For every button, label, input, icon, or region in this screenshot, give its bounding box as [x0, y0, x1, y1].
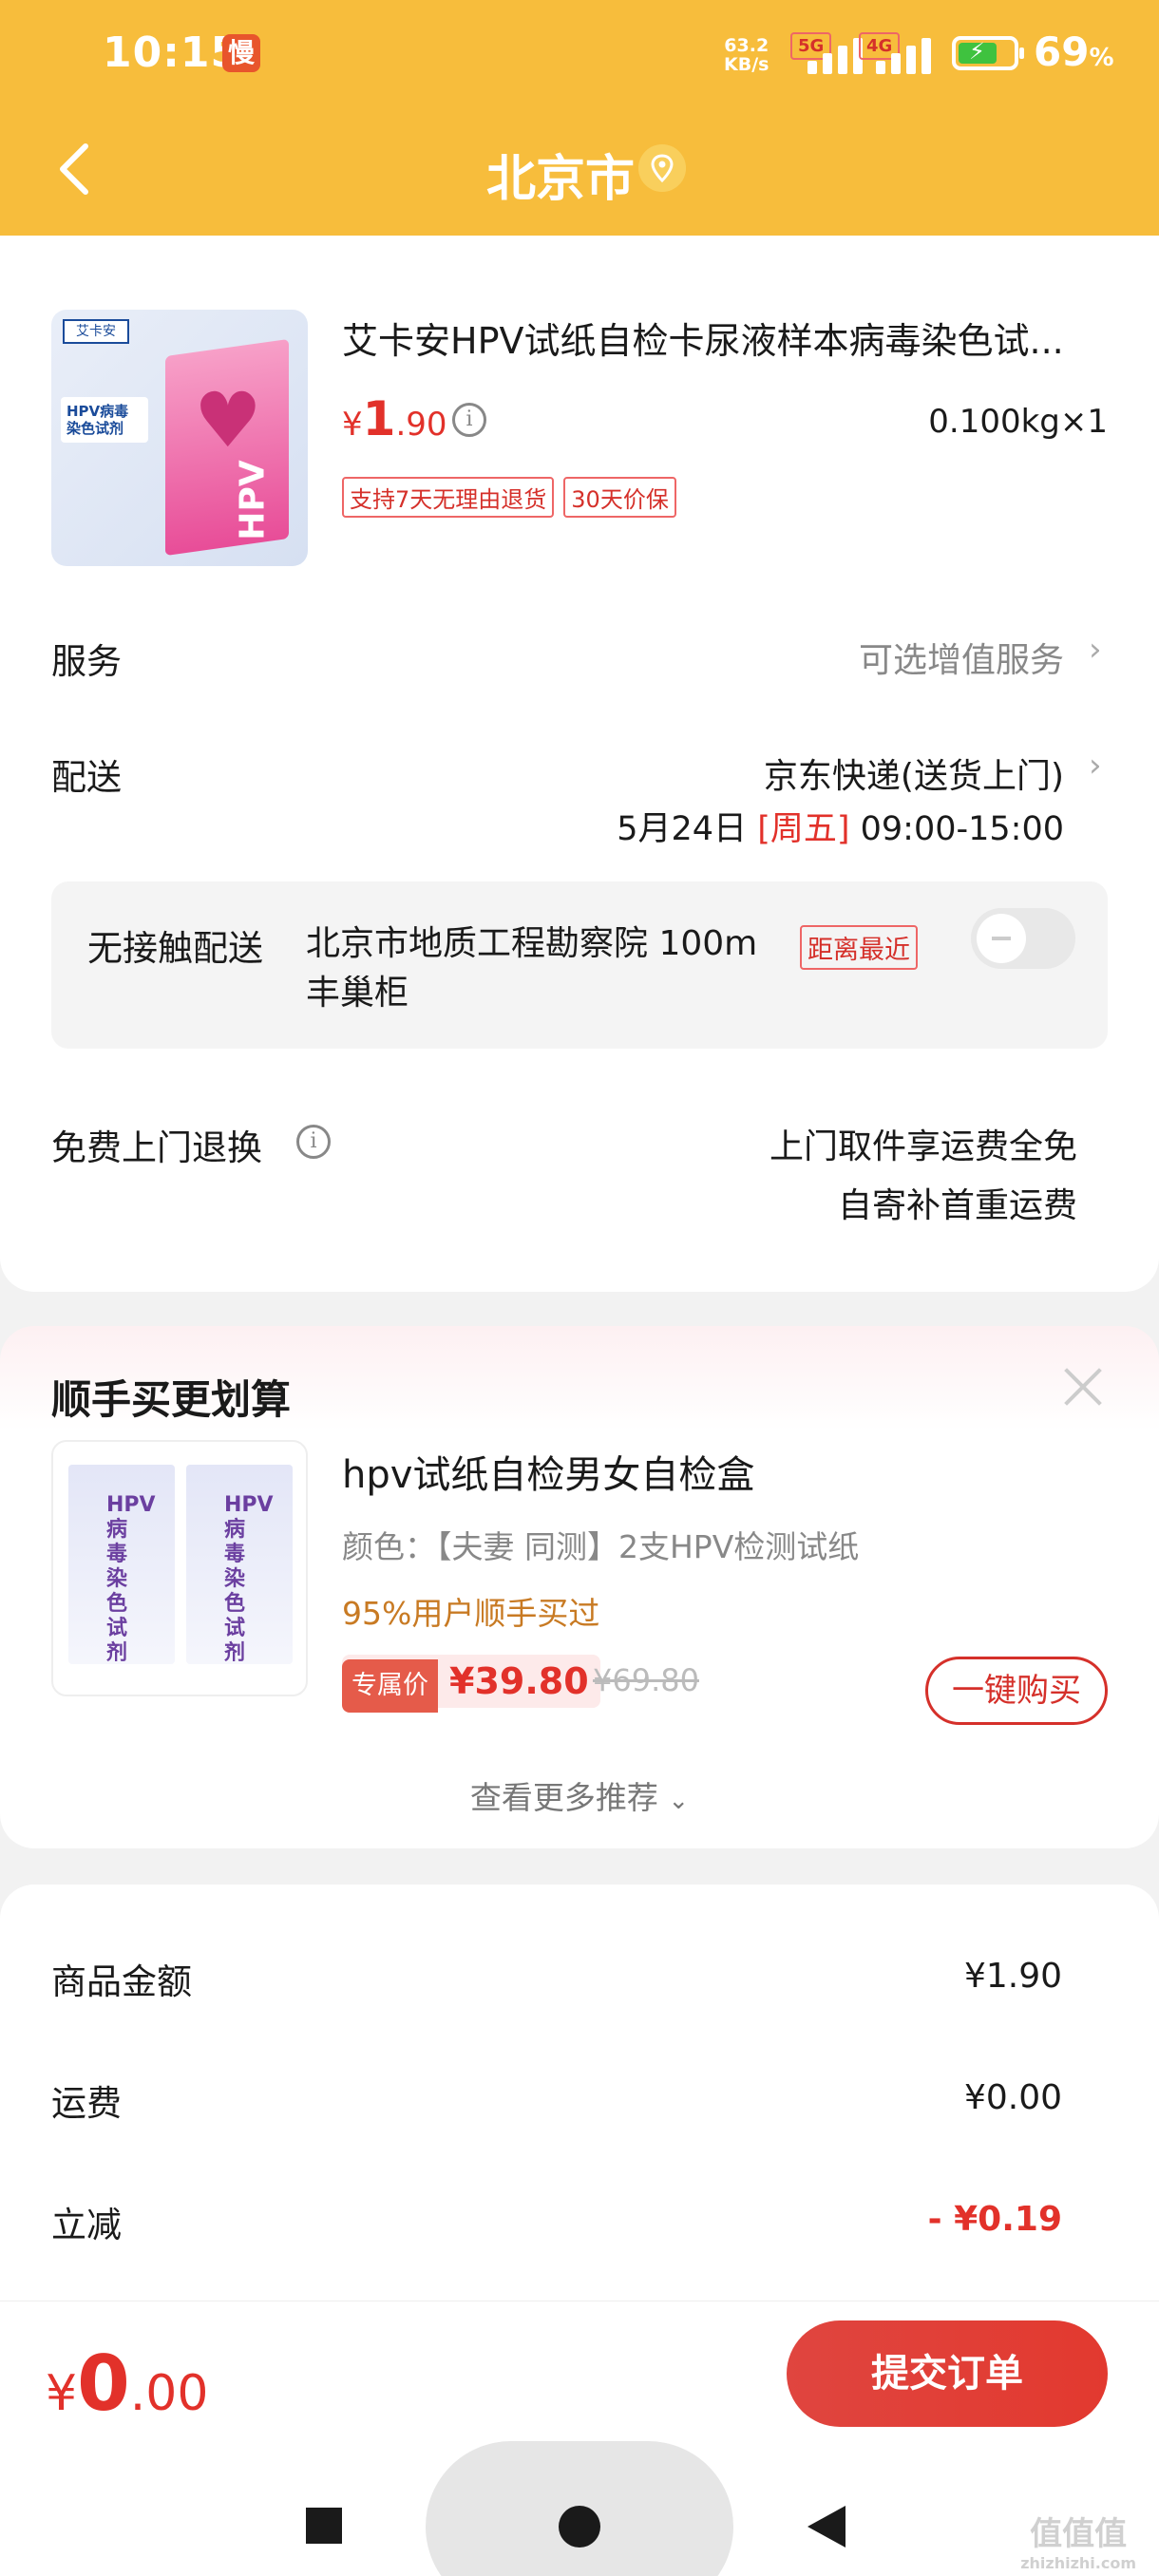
free-return-info-icon[interactable]: i	[296, 1125, 331, 1159]
order-card: 艾卡安 HPV病毒染色试剂 ♥ HPV 艾卡安HPV试纸自检卡尿液样本病毒染色试…	[0, 236, 1159, 1292]
slow-badge: 慢	[222, 34, 260, 72]
original-price: ¥69.80	[593, 1662, 699, 1698]
product-image[interactable]: 艾卡安 HPV病毒染色试剂 ♥ HPV	[51, 310, 308, 566]
shipping-label: 运费	[51, 2083, 122, 2124]
location-pin-icon[interactable]	[638, 144, 686, 192]
delivery-label: 配送	[51, 757, 122, 798]
recommend-color[interactable]: 颜色：【夫妻 同测】2支HPV检测试纸	[342, 1522, 859, 1567]
delivery-time: 5月24日 [周五] 09:00-15:00	[617, 810, 1064, 848]
tag-return: 支持7天无理由退货	[342, 477, 555, 518]
exclusive-badge: 专属价	[342, 1659, 438, 1713]
signal-4g-icon: 4G	[859, 32, 937, 74]
page-title: 北京市	[485, 151, 635, 208]
free-return-line1: 上门取件享运费全免	[769, 1127, 1077, 1166]
see-more-link[interactable]: 查看更多推荐 ⌄	[0, 1772, 1159, 1818]
product-title[interactable]: 艾卡安HPV试纸自检卡尿液样本病毒染色试...	[342, 312, 1102, 364]
service-label: 服务	[51, 641, 122, 682]
recommend-name[interactable]: hpv试纸自检男女自检盒	[342, 1444, 754, 1499]
contactless-delivery: 无接触配送 北京市地质工程勘察院 100m 丰巢柜 距离最近	[51, 881, 1108, 1049]
product-image-label: HPV病毒染色试剂	[61, 397, 148, 443]
service-value[interactable]: 可选增值服务	[859, 633, 1064, 682]
recents-icon[interactable]	[306, 2508, 342, 2544]
product-weight: 0.100kg×1	[928, 403, 1108, 441]
price-info-icon[interactable]: i	[452, 403, 486, 437]
header-bar: 10:15 慢 63.2 KB/s 5G 4G ⚡ 69% 北京市	[0, 0, 1159, 236]
product-image-hpv: HPV	[233, 460, 273, 540]
product-image-brand: 艾卡安	[63, 319, 129, 344]
recommend-image-text-2: HPV病毒染色试剂	[224, 1493, 274, 1665]
back-nav-icon[interactable]	[808, 2506, 846, 2548]
system-nav-bar	[0, 2432, 1159, 2576]
contactless-label: 无接触配送	[87, 928, 263, 969]
product-tags: 支持7天无理由退货 30天价保	[342, 477, 686, 518]
close-icon[interactable]	[1058, 1362, 1108, 1411]
goods-amount-label: 商品金额	[51, 1961, 192, 2002]
status-bar: 10:15 慢 63.2 KB/s 5G 4G ⚡ 69%	[0, 0, 1159, 112]
delivery-chevron-icon[interactable]: ›	[1089, 747, 1108, 785]
discount-value: - ¥0.19	[927, 2200, 1062, 2239]
nearest-badge: 距离最近	[800, 925, 918, 970]
total-price: ¥0.00	[46, 2339, 209, 2428]
free-return-label: 免费上门退换	[51, 1127, 262, 1168]
goods-amount-value: ¥1.90	[963, 1957, 1062, 1996]
recommend-image[interactable]: HPV病毒染色试剂 HPV病毒染色试剂	[51, 1440, 308, 1696]
network-speed-unit: KB/s	[724, 54, 770, 75]
free-return-line2: 自寄补首重运费	[837, 1186, 1077, 1225]
network-speed-value: 63.2	[724, 35, 770, 56]
exclusive-price-value: ¥39.80	[449, 1660, 589, 1702]
battery-icon: ⚡	[952, 36, 1024, 70]
submit-order-button[interactable]: 提交订单	[787, 2320, 1108, 2427]
contactless-toggle[interactable]	[971, 908, 1075, 969]
status-time: 10:15	[103, 28, 241, 77]
contactless-address: 北京市地质工程勘察院 100m 丰巢柜	[306, 924, 758, 1013]
discount-label: 立减	[51, 2205, 122, 2245]
totals-card: 商品金额 ¥1.90 运费 ¥0.00 立减 - ¥0.19	[0, 1885, 1159, 2312]
one-click-buy-button[interactable]: 一键购买	[925, 1657, 1108, 1725]
exclusive-price: 专属价 ¥39.80	[342, 1655, 600, 1713]
home-icon[interactable]	[559, 2506, 600, 2548]
signal-5g-icon: 5G	[790, 32, 868, 74]
product-price: ¥1.90	[342, 391, 447, 446]
recommend-image-text: HPV病毒染色试剂	[106, 1493, 156, 1665]
watermark: 值值值 zhizhizhi.com	[1020, 2515, 1136, 2572]
battery-percent: 69%	[1034, 28, 1114, 75]
tag-price-protect: 30天价保	[563, 477, 676, 518]
chevron-down-icon: ⌄	[668, 1787, 690, 1815]
network-speed: 63.2 KB/s	[724, 36, 769, 74]
recommend-card: 顺手买更划算 HPV病毒染色试剂 HPV病毒染色试剂 hpv试纸自检男女自检盒 …	[0, 1326, 1159, 1848]
shipping-value: ¥0.00	[963, 2078, 1062, 2117]
recommend-title: 顺手买更划算	[51, 1376, 292, 1423]
service-chevron-icon[interactable]: ›	[1089, 631, 1108, 669]
recommend-bought: 95%用户顺手买过	[342, 1595, 600, 1632]
delivery-method[interactable]: 京东快递(送货上门)	[764, 748, 1064, 798]
